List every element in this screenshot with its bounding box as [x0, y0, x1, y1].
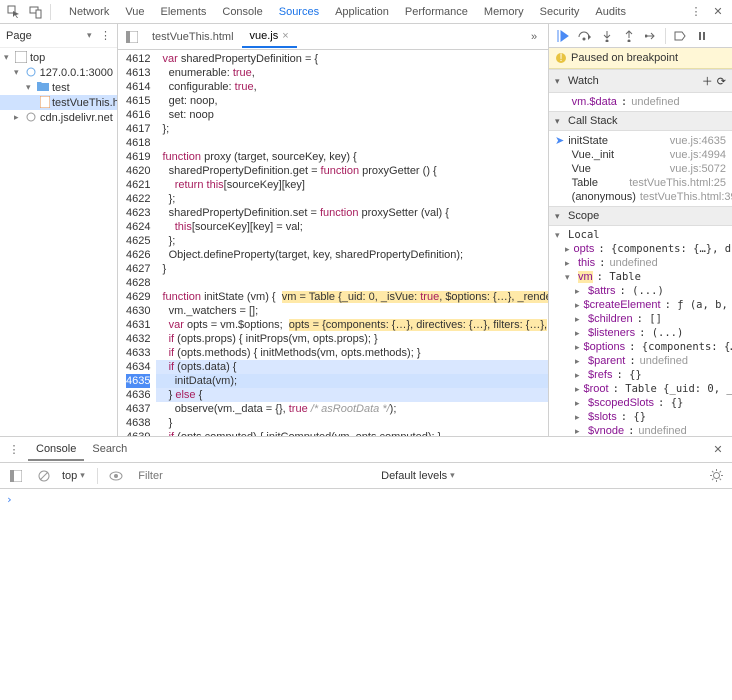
tree-top[interactable]: ▾top	[0, 50, 117, 65]
close-drawer-icon[interactable]: ✕	[708, 441, 728, 459]
close-devtools-icon[interactable]: ✕	[708, 3, 728, 21]
console-filter-input[interactable]	[134, 468, 373, 484]
device-toggle-icon[interactable]	[26, 3, 46, 21]
tree-file[interactable]: testVueThis.html	[0, 95, 117, 110]
panel-tabs: NetworkVueElementsConsoleSourcesApplicat…	[55, 0, 684, 24]
add-watch-icon[interactable]: ＋	[702, 73, 713, 89]
paused-banner: ! Paused on breakpoint	[549, 48, 732, 69]
watch-section-header[interactable]: ▾Watch ＋ ⟳	[549, 69, 732, 93]
navigator-title: Page	[6, 30, 32, 42]
step-into-icon[interactable]	[597, 27, 617, 45]
console-body[interactable]: ›	[0, 489, 732, 700]
file-tab[interactable]: vue.js×	[242, 26, 297, 48]
scope-item[interactable]: ▸$children: []	[549, 312, 732, 326]
scope-item[interactable]: ▾vm: Table	[549, 270, 732, 284]
devtools-toolbar: NetworkVueElementsConsoleSourcesApplicat…	[0, 0, 732, 24]
panel-tab-network[interactable]: Network	[61, 2, 117, 22]
more-icon[interactable]: ⋮	[100, 29, 111, 42]
console-tab-search[interactable]: Search	[84, 439, 135, 461]
scope-item[interactable]: ▸$options: {components: {…}, d…	[549, 340, 732, 354]
panel-tab-console[interactable]: Console	[214, 2, 270, 22]
info-icon: !	[555, 52, 567, 64]
tree-origin[interactable]: ▾127.0.0.1:3000	[0, 65, 117, 80]
chevron-down-icon[interactable]: ▾	[87, 30, 96, 41]
console-settings-icon[interactable]	[706, 467, 726, 485]
step-out-icon[interactable]	[619, 27, 639, 45]
more-icon[interactable]: ⋮	[686, 3, 706, 21]
resume-icon[interactable]	[553, 27, 573, 45]
svg-text:!: !	[559, 52, 562, 64]
scope-item[interactable]: ▸$parent: undefined	[549, 354, 732, 368]
scope-item[interactable]: ▸$attrs: (...)	[549, 284, 732, 298]
live-expression-icon[interactable]	[106, 467, 126, 485]
scope-item[interactable]: ▸$listeners: (...)	[549, 326, 732, 340]
file-tab[interactable]: testVueThis.html	[144, 26, 242, 48]
file-tabs: testVueThis.htmlvue.js× »	[118, 24, 548, 50]
tree-cdn[interactable]: ▸cdn.jsdelivr.net	[0, 110, 117, 125]
more-tabs-icon[interactable]: »	[524, 28, 544, 46]
panel-tab-application[interactable]: Application	[327, 2, 397, 22]
pause-exceptions-icon[interactable]	[692, 27, 712, 45]
panel-tab-elements[interactable]: Elements	[153, 2, 215, 22]
scope-section-header[interactable]: ▾Scope	[549, 206, 732, 226]
context-selector[interactable]: top ▾	[62, 470, 89, 482]
scope-item[interactable]: ▸this: undefined	[549, 256, 732, 270]
console-tab-console[interactable]: Console	[28, 439, 84, 461]
inspect-icon[interactable]	[4, 3, 24, 21]
step-icon[interactable]	[641, 27, 661, 45]
scope-item[interactable]: ▸$scopedSlots: {}	[549, 396, 732, 410]
panel-tab-audits[interactable]: Audits	[587, 2, 634, 22]
panel-tab-vue[interactable]: Vue	[117, 2, 152, 22]
scope-item[interactable]: ▸$createElement: ƒ (a, b, c, d)	[549, 298, 732, 312]
callstack-section-header[interactable]: ▾Call Stack	[549, 111, 732, 131]
console-drawer: ⋮ ConsoleSearch ✕ top ▾ Default levels ▾…	[0, 436, 732, 700]
panel-tab-security[interactable]: Security	[532, 2, 588, 22]
scope-item[interactable]: ▸opts: {components: {…}, directi…	[549, 242, 732, 256]
show-navigator-icon[interactable]	[122, 28, 142, 46]
watch-item[interactable]: vm.$data: undefined	[549, 95, 732, 109]
scope-local-header[interactable]: ▾Local	[549, 228, 732, 242]
console-prompt-icon: ›	[6, 493, 13, 506]
scope-item[interactable]: ▸$slots: {}	[549, 410, 732, 424]
debugger-toolbar	[549, 24, 732, 48]
tree-folder[interactable]: ▾test	[0, 80, 117, 95]
stack-frame[interactable]: (anonymous)testVueThis.html:39	[549, 190, 732, 204]
step-over-icon[interactable]	[575, 27, 595, 45]
clear-console-icon[interactable]	[34, 467, 54, 485]
sidebar-toggle-icon[interactable]	[6, 467, 26, 485]
stack-frame[interactable]: Vue._initvue.js:4994	[549, 148, 732, 162]
refresh-watch-icon[interactable]: ⟳	[717, 75, 726, 88]
log-levels-selector[interactable]: Default levels ▾	[381, 470, 459, 482]
console-menu-icon[interactable]: ⋮	[4, 441, 24, 459]
stack-frame[interactable]: ➤ initStatevue.js:4635	[549, 133, 732, 148]
panel-tab-sources[interactable]: Sources	[271, 2, 327, 22]
stack-frame[interactable]: TabletestVueThis.html:25	[549, 176, 732, 190]
panel-tab-performance[interactable]: Performance	[397, 2, 476, 22]
stack-frame[interactable]: Vuevue.js:5072	[549, 162, 732, 176]
scope-item[interactable]: ▸$root: Table {_uid: 0, _isVue…	[549, 382, 732, 396]
panel-tab-memory[interactable]: Memory	[476, 2, 532, 22]
scope-item[interactable]: ▸$refs: {}	[549, 368, 732, 382]
deactivate-breakpoints-icon[interactable]	[670, 27, 690, 45]
